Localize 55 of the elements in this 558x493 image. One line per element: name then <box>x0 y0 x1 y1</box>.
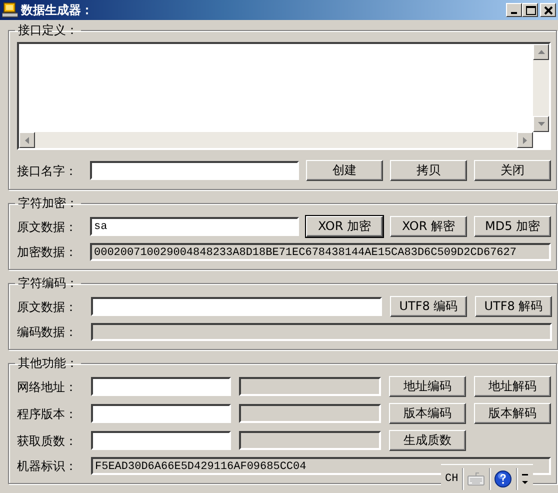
input-field[interactable] <box>90 161 299 180</box>
input-field[interactable] <box>91 431 231 450</box>
group-title: 其他功能： <box>17 356 79 370</box>
language-indicator[interactable]: CH <box>445 472 458 486</box>
action-button[interactable]: UTF8 编码 <box>390 296 467 317</box>
field-label: 接口名字： <box>17 164 78 178</box>
horizontal-scrollbar[interactable] <box>19 132 533 148</box>
scroll-left-button[interactable] <box>19 132 35 148</box>
action-button[interactable]: XOR 加密 <box>306 216 383 237</box>
right-arrow-icon <box>523 136 527 144</box>
close-button[interactable] <box>540 3 556 17</box>
computer-icon <box>2 2 18 18</box>
field-label: 程序版本： <box>17 406 78 420</box>
action-button[interactable]: UTF8 解码 <box>475 296 552 317</box>
minimize-button[interactable] <box>506 3 522 17</box>
help-icon <box>494 470 512 488</box>
field-label: 原文数据： <box>17 300 78 314</box>
keyboard-icon <box>467 471 486 487</box>
field-label: 原文数据： <box>17 220 78 234</box>
left-arrow-icon <box>25 136 29 144</box>
action-button[interactable]: 拷贝 <box>390 160 467 181</box>
input-field[interactable] <box>91 377 231 396</box>
vertical-scrollbar[interactable] <box>533 44 549 132</box>
field-label: 获取质数： <box>17 434 78 448</box>
action-button[interactable]: 地址解码 <box>474 376 551 397</box>
group-title: 字符编码： <box>17 276 79 290</box>
scroll-down-button[interactable] <box>533 116 549 132</box>
action-button[interactable]: 版本解码 <box>474 403 551 424</box>
output-field: 000200710029004848233A8D18BE71EC678438144AE15CA83D6C509D2CD67627 <box>90 243 551 261</box>
field-label: 机器标识： <box>17 459 78 473</box>
down-arrow-icon <box>538 122 544 126</box>
field-label: 网络地址： <box>17 380 78 394</box>
group-title: 字符加密： <box>17 196 79 210</box>
text-area[interactable] <box>17 42 551 150</box>
action-button[interactable]: MD5 加密 <box>474 216 551 237</box>
scroll-right-button[interactable] <box>517 132 533 148</box>
options-arrow-icon <box>521 472 530 486</box>
scroll-up-button[interactable] <box>533 44 549 60</box>
close-icon <box>542 4 554 16</box>
action-button[interactable]: 生成质数 <box>389 430 466 451</box>
action-button[interactable]: 创建 <box>306 160 383 181</box>
window-title: 数据生成器： <box>21 3 94 17</box>
action-button[interactable]: XOR 解密 <box>390 216 467 237</box>
action-button[interactable]: 关闭 <box>474 160 551 181</box>
input-field[interactable] <box>91 297 382 316</box>
action-button[interactable]: 地址编码 <box>389 376 466 397</box>
field-label: 加密数据： <box>17 245 78 259</box>
input-field[interactable] <box>91 404 231 423</box>
field-label: 编码数据： <box>17 325 78 339</box>
maximize-button[interactable] <box>522 3 538 17</box>
action-button[interactable]: 版本编码 <box>389 403 466 424</box>
group-title: 接口定义： <box>17 23 79 37</box>
minimize-icon <box>511 12 517 14</box>
up-arrow-icon <box>538 50 544 54</box>
input-field[interactable]: sa <box>90 217 299 236</box>
